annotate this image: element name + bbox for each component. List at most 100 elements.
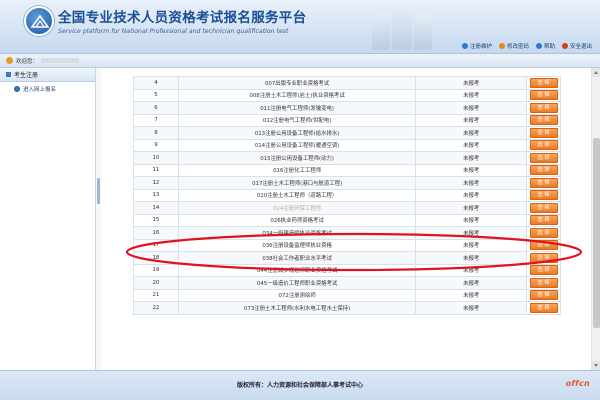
status-badge: 未报考 xyxy=(415,113,527,127)
status-badge: 未报考 xyxy=(415,163,527,177)
status-badge: 未报考 xyxy=(415,138,527,152)
site-logo xyxy=(24,6,54,36)
exam-name: 034一级建造师执业资格考试 xyxy=(177,226,417,240)
status-badge: 未报考 xyxy=(415,226,527,240)
scroll-up-arrow-icon[interactable] xyxy=(592,68,600,77)
status-badge: 未报考 xyxy=(415,288,527,302)
site-title: 全国专业技术人员资格考试报名服务平台 xyxy=(58,10,307,26)
select-button[interactable]: 选 择 xyxy=(529,140,558,151)
help-icon xyxy=(535,43,542,49)
table-row: 8 013注册公用设备工程师(给水排水) 未报考选 择 xyxy=(133,126,561,140)
exam-name: 020注册土木工程师（道路工程） xyxy=(177,188,417,202)
select-button[interactable]: 选 择 xyxy=(529,240,558,251)
exam-name: 013注册公用设备工程师(给水排水) xyxy=(177,126,417,140)
scrollbar-thumb[interactable] xyxy=(593,138,600,328)
status-badge: 未报考 xyxy=(415,276,527,290)
table-row: 7 012注册电气工程师(供配电) 未报考选 择 xyxy=(133,113,561,127)
scroll-down-arrow-icon[interactable] xyxy=(592,361,600,370)
row-action-cell: 选 择 xyxy=(526,201,561,215)
header-link-help[interactable]: 帮助 xyxy=(535,42,555,50)
select-button[interactable]: 选 择 xyxy=(529,277,558,288)
table-row: 14 024注册环保工程师 未报考选 择 xyxy=(133,201,561,215)
footer-copyright: 版权所有：人力资源和社会保障部人事考试中心 xyxy=(236,382,363,389)
select-button[interactable]: 选 择 xyxy=(529,290,558,301)
table-row: 16 034一级建造师执业资格考试 未报考选 择 xyxy=(133,226,561,240)
table-row: 4 007出版专业职业资格考试 未报考选 择 xyxy=(133,76,561,90)
exam-name: 017注册土木工程师(港口与航道工程) xyxy=(177,176,417,190)
row-action-cell: 选 择 xyxy=(526,163,561,177)
main-content: 4 007出版专业职业资格考试 未报考选 择 5 008注册土木工程师(岩土)执业资格考… xyxy=(101,68,600,370)
exam-name: 036注册设备监理师执业资格 xyxy=(177,238,417,252)
exam-list-table: 4 007出版专业职业资格考试 未报考选 择 5 008注册土木工程师(岩土)执业资格考… xyxy=(133,76,561,315)
home-icon xyxy=(461,43,468,49)
select-button[interactable]: 选 择 xyxy=(529,102,558,113)
exam-name: 014注册公用设备工程师(暖通空调) xyxy=(177,138,417,152)
select-button[interactable]: 选 择 xyxy=(529,190,558,201)
row-number: 18 xyxy=(133,251,179,265)
row-action-cell: 选 择 xyxy=(526,151,561,165)
row-action-cell: 选 择 xyxy=(526,251,561,265)
select-button[interactable]: 选 择 xyxy=(529,177,558,188)
select-button[interactable]: 选 择 xyxy=(529,302,558,313)
row-action-cell: 选 择 xyxy=(526,238,561,252)
row-number: 13 xyxy=(133,188,179,202)
exam-name: 007出版专业职业资格考试 xyxy=(177,76,417,90)
row-number: 16 xyxy=(133,226,179,240)
row-number: 12 xyxy=(133,176,179,190)
row-action-cell: 选 择 xyxy=(526,213,561,227)
select-button[interactable]: 选 择 xyxy=(529,252,558,263)
status-badge: 未报考 xyxy=(415,188,527,202)
exam-name: 016注册化工工程师 xyxy=(177,163,417,177)
status-badge: 未报考 xyxy=(415,88,527,102)
status-badge: 未报考 xyxy=(415,76,527,90)
row-action-cell: 选 择 xyxy=(526,76,561,90)
header-link-logout[interactable]: 安全退出 xyxy=(561,42,592,50)
select-button[interactable]: 选 择 xyxy=(529,127,558,138)
row-action-cell: 选 择 xyxy=(526,138,561,152)
table-row: 13 020注册土木工程师（道路工程） 未报考选 择 xyxy=(133,188,561,202)
status-badge: 未报考 xyxy=(415,263,527,277)
row-action-cell: 选 择 xyxy=(526,263,561,277)
row-action-cell: 选 择 xyxy=(526,301,561,315)
welcome-label: 欢迎您： xyxy=(16,58,39,65)
select-button[interactable]: 选 择 xyxy=(529,165,558,176)
row-number: 19 xyxy=(133,263,179,277)
exam-name: 073注册土木工程师(水利水电工程水土保持) xyxy=(177,301,417,315)
header-link-register[interactable]: 注册维护 xyxy=(461,42,492,50)
site-footer: 版权所有：人力资源和社会保障部人事考试中心 offcn xyxy=(0,370,600,400)
select-button[interactable]: 选 择 xyxy=(529,265,558,276)
exam-name: 026执业药师资格考试 xyxy=(177,213,417,227)
row-number: 7 xyxy=(133,113,179,127)
select-button[interactable]: 选 择 xyxy=(529,152,558,163)
select-button[interactable]: 选 择 xyxy=(529,202,558,213)
table-row: 5 008注册土木工程师(岩土)执业资格考试 未报考选 择 xyxy=(133,88,561,102)
table-row: 22 073注册土木工程师(水利水电工程水土保持) 未报考选 择 xyxy=(133,301,561,315)
select-button[interactable]: 选 择 xyxy=(529,115,558,126)
status-badge: 未报考 xyxy=(415,301,527,315)
status-badge: 未报考 xyxy=(415,201,527,215)
select-button[interactable]: 选 择 xyxy=(529,215,558,226)
exam-name: 072注册测绘师 xyxy=(177,288,417,302)
select-button[interactable]: 选 择 xyxy=(529,90,558,101)
row-number: 17 xyxy=(133,238,179,252)
table-row: 6 011注册电气工程师(发输变电) 未报考选 择 xyxy=(133,101,561,115)
row-number: 5 xyxy=(133,88,179,102)
splitter-grip-icon[interactable] xyxy=(97,178,100,204)
exam-name: 008注册土木工程师(岩土)执业资格考试 xyxy=(177,88,417,102)
row-number: 4 xyxy=(133,76,179,90)
bullet-circle-icon xyxy=(14,86,20,92)
vertical-scrollbar[interactable] xyxy=(591,68,600,370)
exam-name: 012注册电气工程师(供配电) xyxy=(177,113,417,127)
row-action-cell: 选 择 xyxy=(526,126,561,140)
table-row: 19 044注册城乡规划师职业资格考试 未报考选 择 xyxy=(133,263,561,277)
exam-name: 045一级造价工程师职业资格考试 xyxy=(177,276,417,290)
sidebar-section-header[interactable]: 考生注册 xyxy=(0,68,95,82)
row-number: 10 xyxy=(133,151,179,165)
sidebar-item-online-registration[interactable]: 进入网上报名 xyxy=(0,82,95,96)
sidebar-item-label: 进入网上报名 xyxy=(23,87,57,93)
header-link-change-password[interactable]: 修改密码 xyxy=(498,42,529,50)
table-row: 9 014注册公用设备工程师(暖通空调) 未报考选 择 xyxy=(133,138,561,152)
row-action-cell: 选 择 xyxy=(526,226,561,240)
select-button[interactable]: 选 择 xyxy=(529,77,558,88)
select-button[interactable]: 选 择 xyxy=(529,227,558,238)
